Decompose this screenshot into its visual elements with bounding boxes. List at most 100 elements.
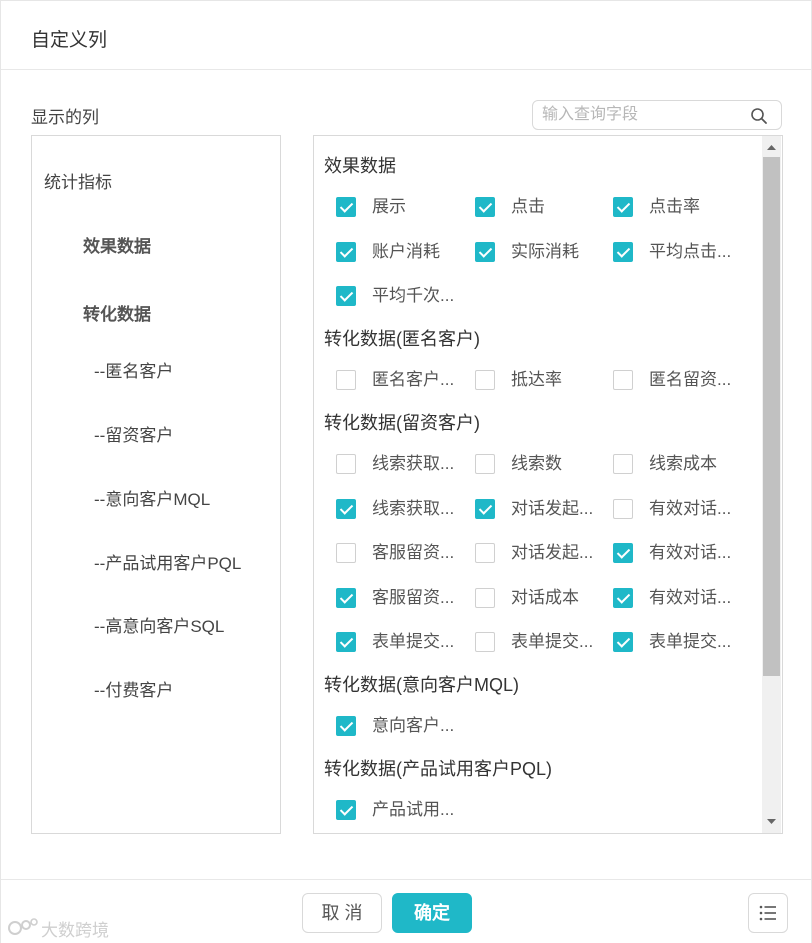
- field-checkbox[interactable]: [336, 498, 356, 519]
- field-checkbox[interactable]: [336, 370, 356, 390]
- field-checkbox[interactable]: [475, 498, 495, 519]
- field-checkbox[interactable]: [613, 543, 633, 563]
- field-checkbox[interactable]: [336, 197, 356, 217]
- column-field[interactable]: 产品试用...: [336, 799, 466, 823]
- scrollbar[interactable]: [762, 136, 781, 833]
- column-field[interactable]: 展示: [336, 196, 466, 220]
- field-label: 有效对话...: [649, 587, 732, 607]
- scroll-down-icon[interactable]: [762, 815, 781, 827]
- column-field[interactable]: 对话发起...: [475, 542, 605, 566]
- column-field[interactable]: 有效对话...: [613, 498, 743, 522]
- field-checkbox[interactable]: [475, 197, 495, 217]
- nav-item[interactable]: --付费客户: [94, 676, 173, 701]
- column-field[interactable]: 表单提交...: [336, 631, 466, 655]
- scroll-up-icon[interactable]: [762, 142, 781, 154]
- column-field[interactable]: 抵达率: [475, 369, 605, 393]
- field-checkbox[interactable]: [336, 800, 356, 820]
- group-title: 转化数据(产品试用客户PQL): [324, 759, 553, 779]
- field-label: 线索获取...: [372, 498, 455, 518]
- search-icon[interactable]: [750, 107, 768, 125]
- field-checkbox[interactable]: [613, 498, 633, 519]
- nav-item[interactable]: --匿名客户: [94, 357, 173, 382]
- dialog-header: 自定义列: [1, 1, 811, 70]
- column-field[interactable]: 表单提交...: [475, 631, 605, 655]
- field-label: 对话成本: [511, 587, 579, 607]
- cancel-button[interactable]: 取 消: [302, 893, 382, 933]
- column-field[interactable]: 平均千次...: [336, 285, 466, 309]
- field-checkbox[interactable]: [475, 543, 495, 563]
- column-field[interactable]: 意向客户...: [336, 715, 466, 739]
- field-checkbox[interactable]: [613, 197, 633, 217]
- column-field[interactable]: 线索获取...: [336, 453, 466, 477]
- confirm-button[interactable]: 确定: [392, 893, 472, 933]
- custom-columns-dialog: 自定义列 显示的列 统计指标效果数据转化数据 --匿名客户 --留资客户 --意向客户…: [0, 0, 812, 943]
- field-checkbox[interactable]: [613, 454, 633, 474]
- column-field[interactable]: 线索数: [475, 453, 605, 477]
- field-label: 平均千次...: [372, 286, 455, 305]
- search-box[interactable]: [532, 100, 782, 130]
- search-input[interactable]: [542, 105, 742, 125]
- field-label: 线索数: [511, 454, 562, 473]
- column-field[interactable]: 对话成本: [475, 587, 605, 611]
- watermark-logo-icon: [8, 918, 38, 935]
- field-label: 客服留资...: [372, 543, 455, 562]
- nav-item[interactable]: --高意向客户SQL: [94, 612, 224, 637]
- field-label: 实际消耗: [511, 241, 579, 261]
- field-label: 线索获取...: [372, 454, 455, 473]
- field-checkbox[interactable]: [336, 543, 356, 563]
- column-field[interactable]: 线索获取...: [336, 498, 466, 522]
- list-settings-button[interactable]: [748, 893, 788, 933]
- field-checkbox[interactable]: [336, 632, 356, 652]
- field-label: 匿名客户...: [372, 370, 455, 389]
- nav-item[interactable]: --留资客户: [94, 421, 173, 446]
- column-field[interactable]: 匿名客户...: [336, 369, 466, 393]
- column-field[interactable]: 平均点击...: [613, 241, 743, 265]
- column-field[interactable]: 匿名留资...: [613, 369, 743, 393]
- field-checkbox[interactable]: [613, 370, 633, 390]
- nav-item[interactable]: 统计指标: [44, 168, 112, 193]
- field-label: 平均点击...: [649, 241, 732, 261]
- field-checkbox[interactable]: [475, 632, 495, 652]
- field-label: 对话发起...: [511, 543, 594, 562]
- nav-item[interactable]: 效果数据: [83, 232, 151, 257]
- field-checkbox[interactable]: [613, 587, 633, 608]
- watermark-text: 大数跨境: [41, 921, 109, 940]
- field-label: 对话发起...: [511, 498, 594, 518]
- field-checkbox[interactable]: [613, 632, 633, 652]
- column-field[interactable]: 实际消耗: [475, 241, 605, 265]
- field-checkbox[interactable]: [475, 370, 495, 390]
- field-checkbox[interactable]: [475, 587, 495, 608]
- field-checkbox[interactable]: [336, 454, 356, 474]
- column-field[interactable]: 客服留资...: [336, 587, 466, 611]
- nav-item[interactable]: 转化数据: [83, 300, 151, 325]
- scroll-thumb[interactable]: [763, 157, 780, 676]
- display-columns-label: 显示的列: [31, 108, 99, 127]
- field-label: 线索成本: [649, 454, 717, 473]
- field-label: 意向客户...: [372, 716, 455, 735]
- field-label: 匿名留资...: [649, 370, 732, 389]
- list-icon: [759, 905, 776, 921]
- column-field[interactable]: 线索成本: [613, 453, 743, 477]
- column-field[interactable]: 账户消耗: [336, 241, 466, 265]
- column-field[interactable]: 点击: [475, 196, 605, 220]
- field-checkbox[interactable]: [336, 716, 356, 736]
- category-nav: 统计指标效果数据转化数据 --匿名客户 --留资客户 --意向客户MQL --产品试用客…: [31, 135, 281, 834]
- nav-item[interactable]: --意向客户MQL: [94, 485, 210, 510]
- column-field[interactable]: 有效对话...: [613, 542, 743, 566]
- column-field[interactable]: 有效对话...: [613, 587, 743, 611]
- field-checkbox[interactable]: [613, 241, 633, 262]
- field-checkbox[interactable]: [336, 241, 356, 262]
- column-fields-panel: 效果数据 展示 点击 点击率 账户消耗 实际消耗 平均点击... 平均千次... 转化数据(匿名…: [313, 135, 783, 834]
- field-checkbox[interactable]: [336, 286, 356, 306]
- group-title: 转化数据(留资客户): [324, 413, 480, 433]
- field-checkbox[interactable]: [475, 454, 495, 474]
- field-label: 表单提交...: [372, 632, 455, 651]
- column-field[interactable]: 点击率: [613, 196, 743, 220]
- field-checkbox[interactable]: [336, 587, 356, 608]
- field-checkbox[interactable]: [475, 241, 495, 262]
- group-title: 转化数据(意向客户MQL): [324, 675, 519, 695]
- nav-item[interactable]: --产品试用客户PQL: [94, 549, 241, 574]
- column-field[interactable]: 客服留资...: [336, 542, 466, 566]
- column-field[interactable]: 表单提交...: [613, 631, 743, 655]
- column-field[interactable]: 对话发起...: [475, 498, 605, 522]
